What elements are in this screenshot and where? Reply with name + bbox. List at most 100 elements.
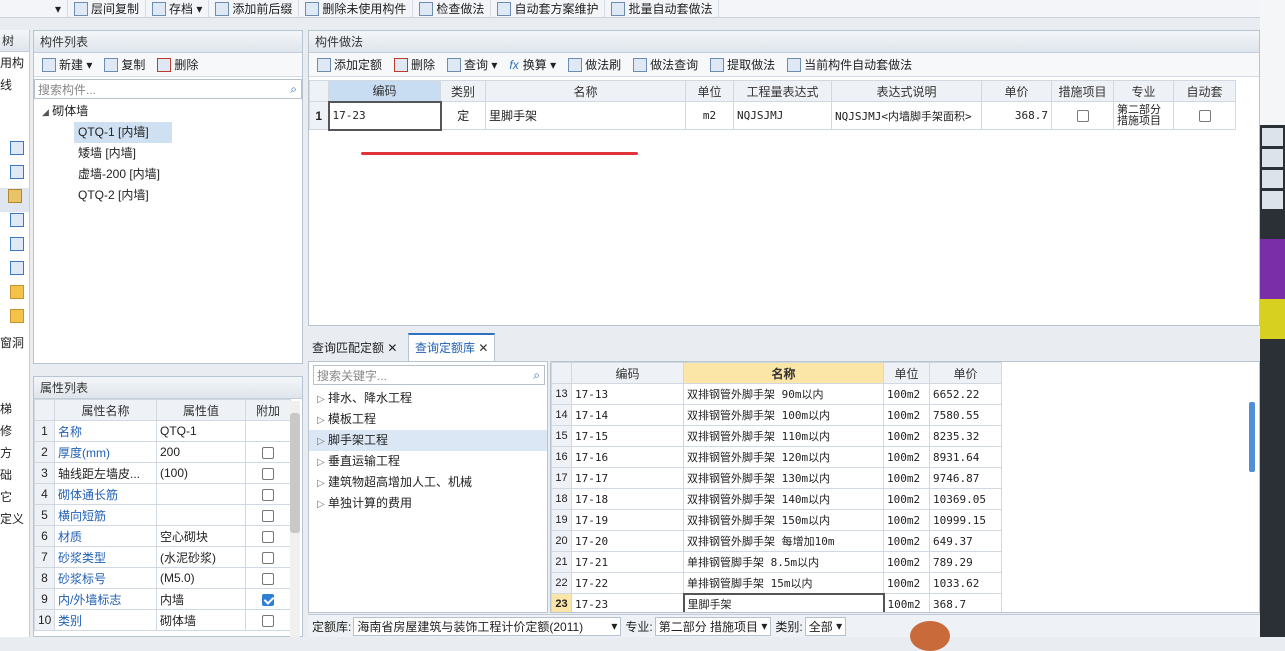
property-row[interactable]: 6 材质 空心砌块 xyxy=(34,525,291,547)
extra-cell[interactable] xyxy=(245,420,291,442)
quota-name[interactable]: 单排钢管脚手架 15m以内 xyxy=(683,572,884,594)
quota-name[interactable]: 单排钢管脚手架 8.5m以内 xyxy=(683,551,884,573)
view-tool-icon[interactable] xyxy=(1262,128,1283,146)
quota-unit[interactable]: 100m2 xyxy=(883,383,930,405)
quota-name[interactable]: 里脚手架 xyxy=(682,592,885,612)
quota-row[interactable]: 21 17-21 单排钢管脚手架 8.5m以内 100m2 789.29 xyxy=(551,551,1002,573)
method-code-cell[interactable]: 17-23 xyxy=(327,100,442,131)
batch-auto-button[interactable]: 批量自动套做法 xyxy=(605,0,720,18)
extra-checkbox[interactable] xyxy=(262,530,274,543)
left-item[interactable]: 定义 xyxy=(0,508,29,530)
quota-unit[interactable]: 100m2 xyxy=(883,572,930,594)
delete-button[interactable]: 删除 xyxy=(151,56,204,73)
tab-quota-library[interactable]: 查询定额库 ✕ xyxy=(408,333,496,361)
quota-name[interactable]: 双排钢管外脚手架 100m以内 xyxy=(683,404,884,426)
property-row[interactable]: 9 内/外墙标志 内墙 xyxy=(34,588,291,610)
add-quota-button[interactable]: 添加定额 xyxy=(311,56,388,73)
quota-name[interactable]: 双排钢管外脚手架 150m以内 xyxy=(683,509,884,531)
frame-icon[interactable] xyxy=(0,164,29,188)
quota-row[interactable]: 19 17-19 双排钢管外脚手架 150m以内 100m2 10999.15 xyxy=(551,509,1002,531)
quota-row[interactable]: 16 17-16 双排钢管外脚手架 120m以内 100m2 8931.64 xyxy=(551,446,1002,468)
property-row[interactable]: 8 砂浆标号 (M5.0) xyxy=(34,567,291,589)
extra-cell[interactable] xyxy=(245,546,291,568)
property-row[interactable]: 1 名称 QTQ-1 xyxy=(34,420,291,442)
property-row[interactable]: 5 横向短筋 xyxy=(34,504,291,526)
quota-code[interactable]: 17-13 xyxy=(571,383,684,405)
auto-scheme-button[interactable]: 自动套方案维护 xyxy=(491,0,606,18)
scroll-thumb[interactable] xyxy=(290,413,300,533)
quota-price[interactable]: 8931.64 xyxy=(929,446,1002,468)
quota-code[interactable]: 17-20 xyxy=(571,530,684,552)
quota-row[interactable]: 18 17-18 双排钢管外脚手架 140m以内 100m2 10369.05 xyxy=(551,488,1002,510)
property-value[interactable]: QTQ-1 xyxy=(156,420,246,442)
expand-icon[interactable]: ▷ xyxy=(317,478,325,489)
floor-copy-button[interactable]: 层间复制 xyxy=(68,0,147,18)
property-value[interactable]: (M5.0) xyxy=(156,567,246,589)
extra-checkbox[interactable] xyxy=(262,551,274,564)
grid-icon[interactable] xyxy=(0,236,29,260)
quota-row[interactable]: 13 17-13 双排钢管外脚手架 90m以内 100m2 6652.22 xyxy=(551,383,1002,405)
property-value[interactable]: 空心砌块 xyxy=(156,525,246,547)
component-item[interactable]: 虚墙-200 [内墙] xyxy=(74,164,302,185)
convert-button[interactable]: fx 换算 ▾ xyxy=(503,56,562,73)
quota-code[interactable]: 17-23 xyxy=(571,593,684,612)
new-button[interactable]: 新建 ▾ xyxy=(36,56,98,73)
expand-icon[interactable]: ▷ xyxy=(317,499,325,510)
quota-tree-item[interactable]: ▷ 垂直运输工程 xyxy=(309,451,547,472)
quota-tree-item[interactable]: ▷ 建筑物超高增加人工、机械 xyxy=(309,472,547,493)
close-icon[interactable]: ✕ xyxy=(387,341,397,355)
quota-unit[interactable]: 100m2 xyxy=(883,551,930,573)
door-icon[interactable] xyxy=(0,284,29,308)
property-scrollbar[interactable] xyxy=(290,401,300,637)
left-item[interactable]: 线 xyxy=(0,74,29,96)
quota-name[interactable]: 双排钢管外脚手架 140m以内 xyxy=(683,488,884,510)
quota-name[interactable]: 双排钢管外脚手架 130m以内 xyxy=(683,467,884,489)
quota-code[interactable]: 17-18 xyxy=(571,488,684,510)
quota-scroll-thumb[interactable] xyxy=(1249,402,1255,472)
extra-cell[interactable] xyxy=(245,504,291,526)
quota-tree-item[interactable]: ▷ 排水、降水工程 xyxy=(309,388,547,409)
extra-cell[interactable] xyxy=(245,462,291,484)
expand-icon[interactable]: ▷ xyxy=(317,415,325,426)
component-item[interactable]: 矮墙 [内墙] xyxy=(74,143,302,164)
quota-unit[interactable]: 100m2 xyxy=(883,425,930,447)
quota-price[interactable]: 7580.55 xyxy=(929,404,1002,426)
query-button[interactable]: 查询 ▾ xyxy=(441,56,503,73)
quota-unit[interactable]: 100m2 xyxy=(883,467,930,489)
method-desc-cell[interactable]: NQJSJMJ<内墙脚手架面积> xyxy=(831,101,982,130)
method-row[interactable]: 1 17-23 定 里脚手架 m2 NQJSJMJ NQJSJMJ<内墙脚手架面… xyxy=(309,100,1236,131)
property-value[interactable]: (水泥砂浆) xyxy=(156,546,246,568)
search-icon[interactable]: ⌕ xyxy=(290,82,297,97)
expand-icon[interactable]: ▷ xyxy=(317,436,325,447)
copy-button[interactable]: 复制 xyxy=(98,56,151,73)
property-row[interactable]: 4 砌体通长筋 xyxy=(34,483,291,505)
property-row[interactable]: 10 类别 砌体墙 xyxy=(34,609,291,631)
quota-unit[interactable]: 100m2 xyxy=(883,509,930,531)
extra-checkbox[interactable] xyxy=(262,593,274,606)
measure-checkbox-cell[interactable] xyxy=(1051,101,1114,130)
quota-tree-item[interactable]: ▷ 模板工程 xyxy=(309,409,547,430)
property-row[interactable]: 3 轴线距左墙皮... (100) xyxy=(34,462,291,484)
quota-price[interactable]: 368.7 xyxy=(929,593,1002,612)
left-item[interactable]: 修 xyxy=(0,420,29,442)
wall-icon[interactable] xyxy=(0,140,29,164)
method-name-cell[interactable]: 里脚手架 xyxy=(485,101,686,130)
quota-price[interactable]: 1033.62 xyxy=(929,572,1002,594)
method-type-cell[interactable]: 定 xyxy=(440,101,486,130)
quota-unit[interactable]: 100m2 xyxy=(883,446,930,468)
major-select[interactable]: 第二部分 措施项目 ▾ xyxy=(654,616,772,636)
method-query-button[interactable]: 做法查询 xyxy=(627,56,704,73)
measure-checkbox[interactable] xyxy=(1076,110,1089,123)
method-delete-button[interactable]: 删除 xyxy=(388,56,441,73)
quota-search-input[interactable]: 搜索关键字... ⌕ xyxy=(313,365,545,385)
property-value[interactable] xyxy=(156,504,246,526)
quota-code[interactable]: 17-15 xyxy=(571,425,684,447)
quota-price[interactable]: 6652.22 xyxy=(929,383,1002,405)
quota-name[interactable]: 双排钢管外脚手架 90m以内 xyxy=(683,383,884,405)
quota-unit[interactable]: 100m2 xyxy=(883,530,930,552)
property-value[interactable] xyxy=(156,483,246,505)
quota-code[interactable]: 17-21 xyxy=(571,551,684,573)
component-item[interactable]: QTQ-2 [内墙] xyxy=(74,185,302,206)
extra-cell[interactable] xyxy=(245,441,291,463)
window-icon[interactable] xyxy=(0,308,29,332)
